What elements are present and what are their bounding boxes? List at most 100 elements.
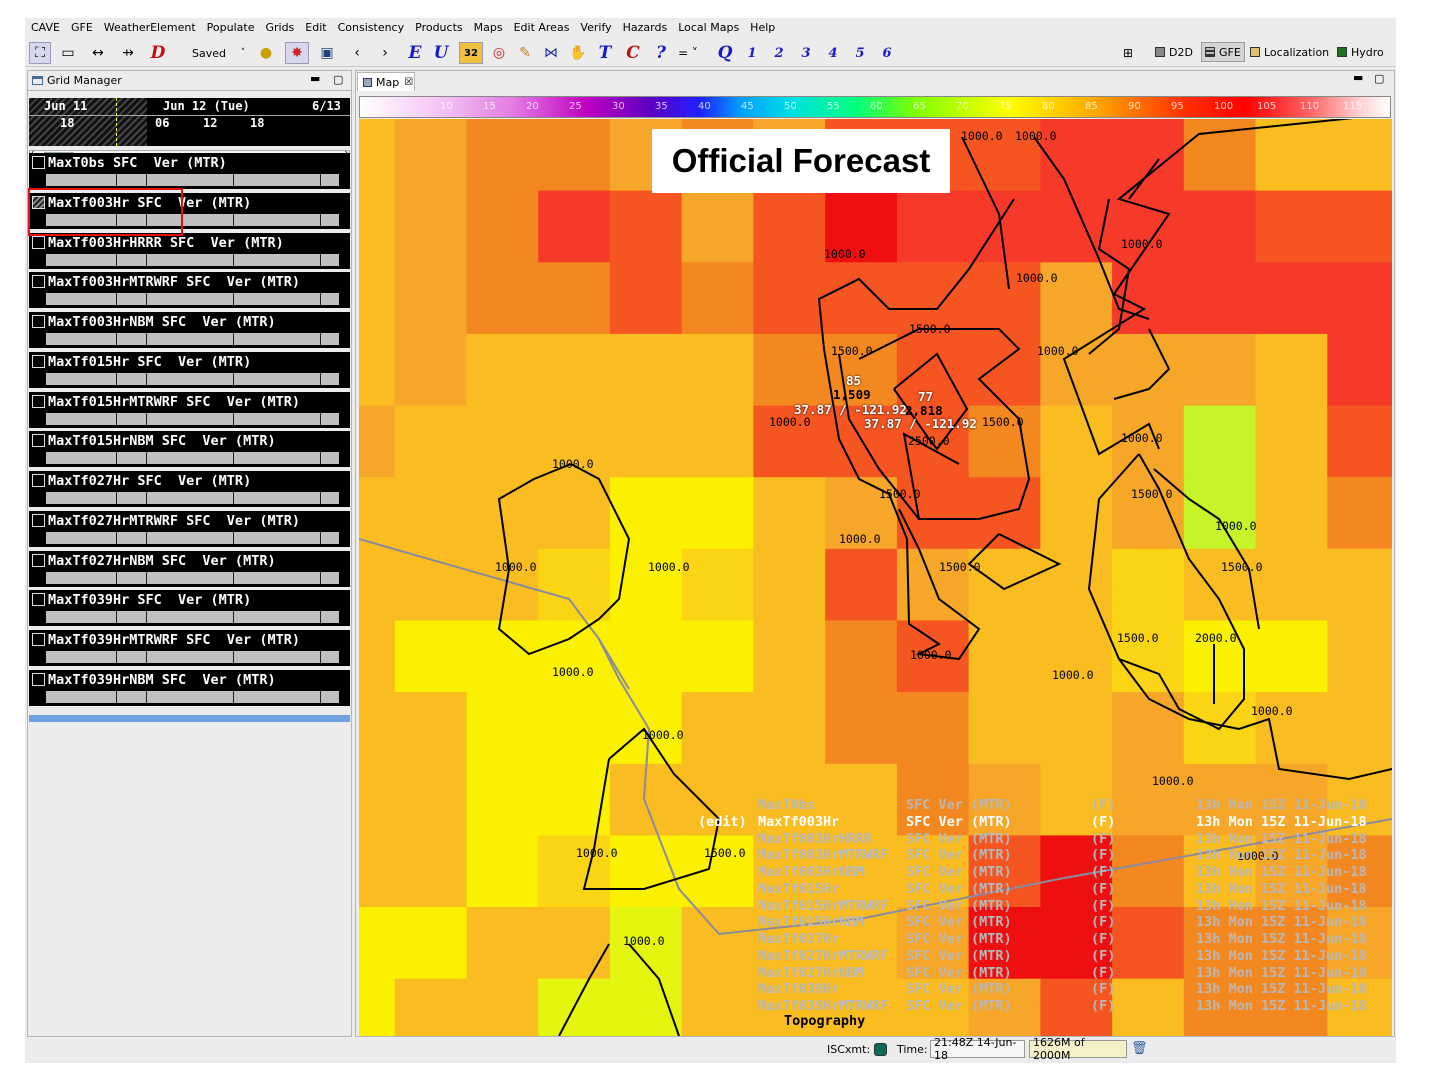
grid-row-checkbox[interactable]: [32, 474, 45, 487]
legend-name[interactable]: MaxTf039HrMTRWRF: [758, 998, 888, 1014]
toolbar-letter-question[interactable]: ?: [651, 42, 671, 64]
grid-row-timeline[interactable]: [46, 571, 339, 584]
select-tool-icon[interactable]: ⛶: [29, 42, 51, 64]
menu-gfe[interactable]: GFE: [71, 21, 93, 34]
target-icon[interactable]: ◎: [489, 42, 509, 64]
toolbar-number-6[interactable]: 6: [878, 42, 896, 64]
toolbar-letter-t[interactable]: T: [595, 42, 615, 64]
toolbar-number-1[interactable]: 1: [743, 42, 761, 64]
grid-row-timeline[interactable]: [46, 174, 339, 186]
sample-tool-icon[interactable]: ▭: [57, 42, 79, 64]
hand-icon[interactable]: ✋: [568, 42, 588, 64]
grid-row-timeline[interactable]: [46, 412, 339, 425]
menu-weather-element[interactable]: WeatherElement: [104, 21, 196, 34]
perspective-d2d[interactable]: D2D: [1155, 42, 1193, 62]
perspective-gfe[interactable]: GFE: [1201, 42, 1245, 62]
grid-row-checkbox[interactable]: [32, 275, 45, 289]
toolbar-letter-c[interactable]: C: [623, 42, 643, 64]
grid-row-checkbox[interactable]: [32, 394, 45, 408]
maximize-icon[interactable]: ▢: [333, 73, 343, 86]
grid-row-timeline[interactable]: [46, 452, 339, 465]
map-tab[interactable]: Map ☒: [357, 72, 415, 91]
time-shift-icon[interactable]: ⇸: [117, 42, 139, 64]
perspective-hydro[interactable]: Hydro: [1337, 42, 1384, 62]
step-forward-icon[interactable]: ›: [377, 42, 393, 64]
legend-name[interactable]: MaxTf003Hr: [758, 814, 839, 830]
trash-icon[interactable]: 🗑: [1131, 1041, 1148, 1056]
pan-horizontal-icon[interactable]: ↔: [87, 42, 109, 64]
grid-row-timeline[interactable]: [46, 253, 339, 266]
iscxmt-status-icon[interactable]: [874, 1043, 887, 1056]
menu-cave[interactable]: CAVE: [31, 21, 60, 34]
grid-row-checkbox[interactable]: [32, 434, 45, 448]
grid-row[interactable]: MaxTf015Hr SFC Ver (MTR): [29, 351, 350, 388]
grid-row-timeline[interactable]: [46, 293, 339, 306]
toolbar-number-3[interactable]: 3: [797, 42, 815, 64]
grid-row[interactable]: MaxTf039HrMTRWRF SFC Ver (MTR): [29, 630, 350, 666]
legend-name[interactable]: MaxTf003HrNBM: [758, 864, 864, 880]
grid-row[interactable]: MaxTf039HrNBM SFC Ver (MTR): [29, 669, 350, 706]
legend-name[interactable]: MaxTf003HrHRRR: [758, 831, 872, 847]
eye-icon[interactable]: ●: [255, 42, 277, 64]
time-scale[interactable]: Jun 11 Jun 12 (Tue) 6/13 18 06 12 18: [29, 98, 350, 146]
menu-help[interactable]: Help: [750, 21, 775, 34]
legend-name[interactable]: MaxTf015HrNBM: [758, 914, 864, 930]
legend-name[interactable]: MaxTf003HrMTRWRF: [758, 847, 888, 863]
grid-row-timeline[interactable]: [46, 333, 339, 345]
grid-row-checkbox[interactable]: [32, 235, 45, 249]
grid-row-timeline[interactable]: [46, 531, 339, 544]
grid-row-checkbox[interactable]: [32, 633, 45, 646]
zoom-level-button[interactable]: 32: [459, 42, 483, 64]
legend-name[interactable]: MaxTf027Hr: [758, 931, 839, 947]
menu-local-maps[interactable]: Local Maps: [678, 21, 739, 34]
grid-row-timeline[interactable]: [46, 651, 339, 663]
toolbar-letter-d[interactable]: D: [147, 42, 169, 64]
grid-row[interactable]: MaxTf003HrMTRWRF SFC Ver (MTR): [29, 272, 350, 309]
equals-dropdown-icon[interactable]: = ˅: [677, 42, 699, 64]
legend-name[interactable]: MaxTf015HrMTRWRF: [758, 898, 888, 914]
toolbar-letter-e[interactable]: E: [405, 42, 425, 64]
toolbar-letter-u[interactable]: U: [431, 42, 451, 64]
legend-name[interactable]: MaxTf015Hr: [758, 881, 839, 897]
grid-row-checkbox[interactable]: [32, 553, 45, 567]
map-view[interactable]: Official Forecast 1000.0 1000.0 1000.0 1000…: [359, 119, 1392, 1036]
saved-dropdown-icon[interactable]: ˅: [237, 42, 249, 64]
step-back-icon[interactable]: ‹: [349, 42, 365, 64]
grid-row[interactable]: MaxTf039Hr SFC Ver (MTR): [29, 590, 350, 627]
perspective-localization[interactable]: Localization: [1250, 42, 1329, 62]
grid-row[interactable]: MaxTf015HrMTRWRF SFC Ver (MTR): [29, 391, 350, 428]
grid-row-checkbox[interactable]: [32, 672, 45, 686]
grid-row-timeline[interactable]: [46, 611, 339, 624]
grid-row[interactable]: MaxTf027HrMTRWRF SFC Ver (MTR): [29, 510, 350, 547]
grid-row-checkbox[interactable]: [32, 513, 45, 527]
grid-row[interactable]: MaxT0bs SFC Ver (MTR): [29, 153, 350, 189]
grid-row[interactable]: MaxTf027HrNBM SFC Ver (MTR): [29, 550, 350, 587]
color-scale-bar[interactable]: 10 15 20 25 30 35 40 45 50 55 60 65 70 75 80 85 90 95 100 1…: [359, 96, 1391, 118]
toolbar-letter-q[interactable]: Q: [715, 42, 735, 64]
grid-row[interactable]: MaxTf003HrHRRR SFC Ver (MTR): [29, 232, 350, 269]
close-icon[interactable]: ☒: [404, 77, 413, 88]
menu-hazards[interactable]: Hazards: [623, 21, 668, 34]
grid-row-checkbox[interactable]: [32, 354, 45, 368]
map-maximize-icon[interactable]: ▢: [1374, 72, 1384, 85]
toolbar-number-5[interactable]: 5: [851, 42, 869, 64]
brush-icon[interactable]: ✎: [515, 42, 535, 64]
menu-products[interactable]: Products: [415, 21, 463, 34]
grid-row[interactable]: MaxTf015HrNBM SFC Ver (MTR): [29, 431, 350, 468]
menu-verify[interactable]: Verify: [580, 21, 611, 34]
legend-name[interactable]: MaxTf039Hr: [758, 981, 839, 997]
grid-row-timeline[interactable]: [46, 492, 339, 504]
menu-maps[interactable]: Maps: [474, 21, 503, 34]
grid-row-timeline[interactable]: [46, 372, 339, 385]
butterfly-icon[interactable]: ⋈: [541, 42, 561, 64]
open-perspective-icon[interactable]: ⊞: [1119, 42, 1137, 64]
menu-consistency[interactable]: Consistency: [338, 21, 405, 34]
menu-edit[interactable]: Edit: [305, 21, 326, 34]
legend-name[interactable]: MaxT0bs: [758, 797, 815, 813]
map-minimize-icon[interactable]: ▬: [1353, 71, 1363, 84]
legend-name[interactable]: MaxTf027HrMTRWRF: [758, 948, 888, 964]
grid-row[interactable]: MaxTf003HrNBM SFC Ver (MTR): [29, 312, 350, 348]
toolbar-number-4[interactable]: 4: [824, 42, 842, 64]
grid-row[interactable]: MaxTf027Hr SFC Ver (MTR): [29, 471, 350, 507]
grid-row-checkbox[interactable]: [32, 315, 45, 328]
